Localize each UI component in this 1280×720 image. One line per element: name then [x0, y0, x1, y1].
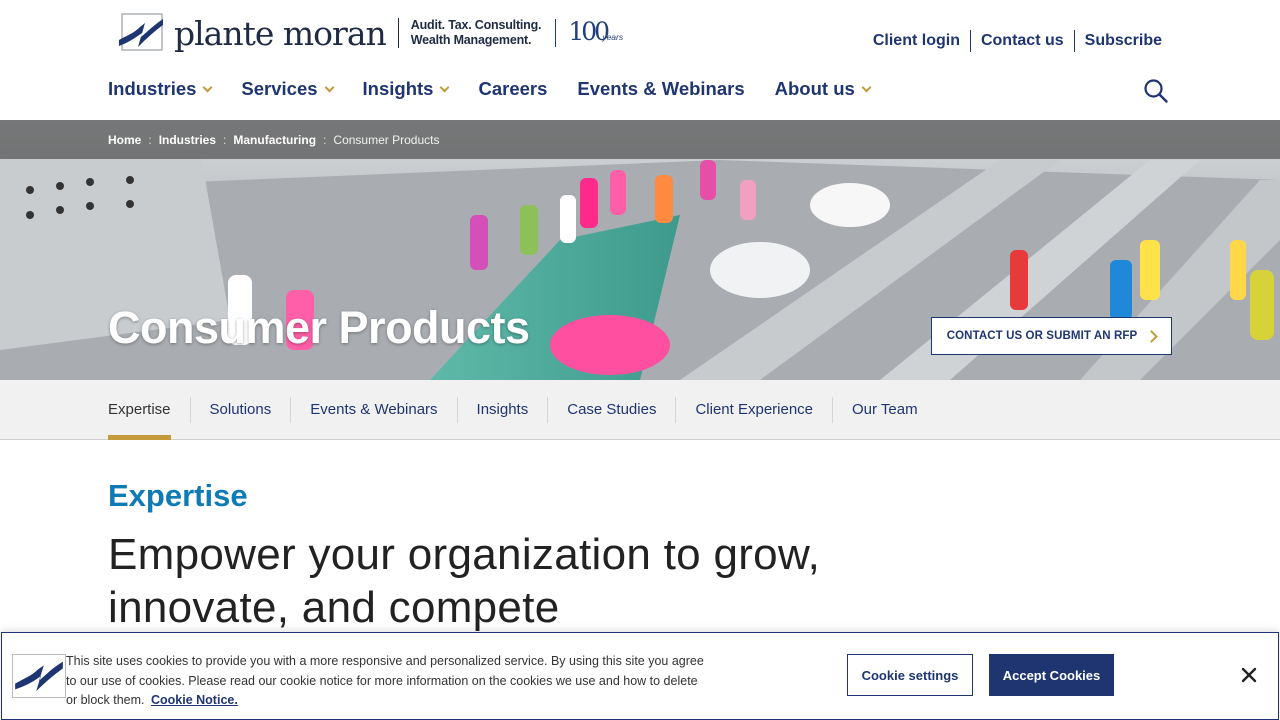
cookie-notice-link[interactable]: Cookie Notice. — [151, 693, 238, 707]
tab-case-studies[interactable]: Case Studies — [567, 380, 656, 439]
contact-us-link[interactable]: Contact us — [971, 30, 1074, 52]
nav-item-about-us[interactable]: About us — [774, 78, 872, 100]
tab-divider — [189, 396, 191, 423]
breadcrumb-separator: : — [323, 132, 327, 147]
nav-item-label: About us — [774, 78, 855, 99]
contact-rfp-button[interactable]: CONTACT US OR SUBMIT AN RFP — [931, 317, 1172, 355]
tab-client-experience[interactable]: Client Experience — [695, 380, 813, 439]
breadcrumb-separator: : — [223, 132, 227, 147]
chevron-down-icon — [324, 82, 334, 93]
centennial-badge: 100 years — [568, 17, 626, 47]
tab-divider — [832, 396, 834, 423]
tab-our-team[interactable]: Our Team — [852, 380, 918, 439]
lead-line-2: innovate, and compete — [108, 583, 560, 632]
logo-wordmark: plante moran — [174, 13, 387, 53]
nav-item-label: Services — [241, 78, 318, 99]
lead-line-1: Empower your organization to grow, — [108, 530, 821, 579]
nav-item-events-webinars[interactable]: Events & Webinars — [577, 78, 744, 100]
breadcrumb-manufacturing[interactable]: Manufacturing — [233, 133, 316, 147]
breadcrumb-home[interactable]: Home — [108, 133, 141, 147]
breadcrumb: Home : Industries : Manufacturing : Cons… — [0, 120, 1280, 159]
tab-solutions[interactable]: Solutions — [210, 380, 272, 439]
nav-item-label: Careers — [478, 78, 548, 99]
nav-item-label: Events & Webinars — [577, 78, 745, 99]
client-login-link[interactable]: Client login — [863, 30, 970, 52]
plante-moran-logo-icon — [12, 654, 66, 698]
page-title: Consumer Products — [108, 302, 530, 353]
cookie-message: This site uses cookies to provide you wi… — [66, 652, 706, 711]
chevron-down-icon — [202, 82, 213, 93]
utility-nav: Client login Contact us Subscribe — [863, 30, 1162, 52]
nav-item-industries[interactable]: Industries — [108, 78, 213, 100]
main-nav: Industries Services Insights Careers Eve… — [108, 78, 900, 100]
search-icon[interactable] — [1143, 78, 1169, 104]
close-icon[interactable] — [1238, 664, 1260, 686]
logo-divider — [397, 18, 399, 48]
chevron-down-icon — [861, 82, 872, 93]
tagline-line-1: Audit. Tax. Consulting. — [410, 18, 542, 32]
centennial-word: years — [602, 32, 624, 42]
tab-divider — [675, 396, 677, 423]
accept-cookies-button[interactable]: Accept Cookies — [989, 654, 1114, 696]
site-logo[interactable]: plante moran Audit. Tax. Consulting. Wea… — [118, 12, 626, 54]
nav-item-label: Industries — [108, 78, 197, 99]
nav-item-insights[interactable]: Insights — [362, 78, 450, 100]
tab-divider — [290, 396, 292, 423]
tab-events-webinars[interactable]: Events & Webinars — [310, 380, 437, 439]
cookie-banner: This site uses cookies to provide you wi… — [1, 632, 1279, 720]
breadcrumb-current: Consumer Products — [333, 132, 440, 147]
tab-expertise[interactable]: Expertise — [108, 380, 171, 440]
lead-statement: Empower your organization to grow, innov… — [108, 528, 908, 634]
cookie-settings-button[interactable]: Cookie settings — [847, 654, 973, 696]
breadcrumb-separator: : — [148, 132, 152, 147]
nav-item-services[interactable]: Services — [241, 78, 334, 100]
logo-divider-2 — [555, 19, 557, 47]
logo-tagline: Audit. Tax. Consulting. Wealth Managemen… — [411, 18, 542, 48]
nav-item-label: Insights — [362, 78, 434, 99]
section-tabs: Expertise Solutions Events & Webinars In… — [0, 380, 1280, 440]
chevron-down-icon — [440, 82, 450, 93]
hero-banner: Home : Industries : Manufacturing : Cons… — [0, 120, 1280, 380]
section-heading: Expertise — [108, 478, 248, 513]
chevron-right-icon — [1145, 329, 1159, 343]
subscribe-link[interactable]: Subscribe — [1075, 30, 1162, 52]
tab-insights[interactable]: Insights — [477, 380, 529, 439]
tab-divider — [547, 396, 549, 423]
nav-item-careers[interactable]: Careers — [478, 78, 547, 100]
tab-divider — [456, 396, 458, 423]
contact-rfp-label: CONTACT US OR SUBMIT AN RFP — [946, 330, 1138, 342]
breadcrumb-industries[interactable]: Industries — [159, 133, 216, 147]
tagline-line-2: Wealth Management. — [410, 33, 532, 47]
plante-moran-logo-icon — [119, 13, 163, 51]
site-header: plante moran Audit. Tax. Consulting. Wea… — [0, 0, 1280, 120]
